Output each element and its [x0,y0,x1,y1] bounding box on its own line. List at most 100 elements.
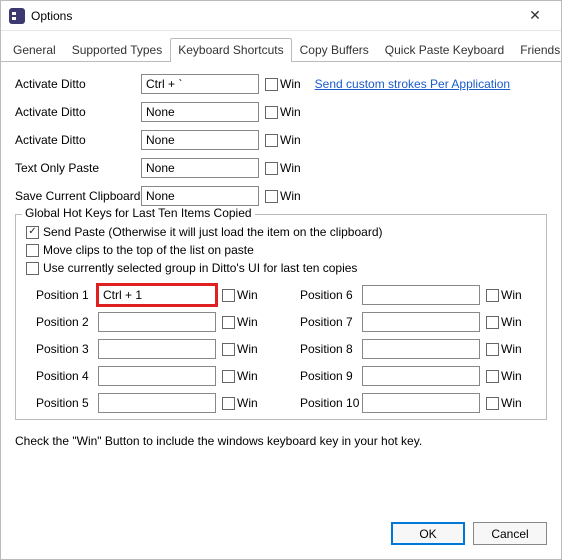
checkbox-win-save-clipboard[interactable] [265,190,278,203]
row-activate-2: Activate Ditto Win [15,102,547,122]
label-win-position-4: Win [237,369,258,383]
app-icon [9,8,25,24]
row-send-paste: ✓ Send Paste (Otherwise it will just loa… [26,225,536,239]
checkbox-win-position-6[interactable] [486,289,499,302]
label-text-only: Text Only Paste [15,161,141,175]
input-position-2[interactable] [98,312,216,332]
row-position-5: Position 5 Win [36,393,272,413]
link-custom-strokes[interactable]: Send custom strokes Per Application [315,77,510,91]
input-position-9[interactable] [362,366,480,386]
label-win-position-8: Win [501,342,522,356]
label-win-position-7: Win [501,315,522,329]
checkbox-win-activate-3[interactable] [265,134,278,147]
label-win-position-5: Win [237,396,258,410]
tab-content: Activate Ditto Win Send custom strokes P… [1,62,561,512]
checkbox-win-position-8[interactable] [486,343,499,356]
cancel-button[interactable]: Cancel [473,522,547,545]
checkbox-win-position-4[interactable] [222,370,235,383]
group-legend: Global Hot Keys for Last Ten Items Copie… [22,206,255,220]
input-activate-2[interactable] [141,102,259,122]
tab-strip: General Supported Types Keyboard Shortcu… [1,31,561,62]
label-position-5: Position 5 [36,396,98,410]
row-position-10: Position 10 Win [300,393,536,413]
input-position-3[interactable] [98,339,216,359]
label-position-3: Position 3 [36,342,98,356]
row-position-1: Position 1 Win [36,285,272,305]
label-win-save-clipboard: Win [280,189,301,203]
input-position-4[interactable] [98,366,216,386]
checkbox-move-top[interactable] [26,244,39,257]
group-last-ten: Global Hot Keys for Last Ten Items Copie… [15,214,547,420]
row-activate-1: Activate Ditto Win Send custom strokes P… [15,74,547,94]
input-activate-3[interactable] [141,130,259,150]
button-bar: OK Cancel [1,512,561,559]
label-win-activate-3: Win [280,133,301,147]
options-window: Options ✕ General Supported Types Keyboa… [0,0,562,560]
label-win-position-1: Win [237,288,258,302]
label-move-top: Move clips to the top of the list on pas… [43,243,254,257]
checkbox-send-paste[interactable]: ✓ [26,226,39,239]
checkbox-win-position-9[interactable] [486,370,499,383]
row-position-7: Position 7 Win [300,312,536,332]
input-position-10[interactable] [362,393,480,413]
label-position-1: Position 1 [36,288,98,302]
input-activate-1[interactable] [141,74,259,94]
row-position-3: Position 3 Win [36,339,272,359]
checkbox-win-position-5[interactable] [222,397,235,410]
input-position-5[interactable] [98,393,216,413]
input-position-7[interactable] [362,312,480,332]
tab-keyboard-shortcuts[interactable]: Keyboard Shortcuts [170,38,291,62]
row-save-clipboard: Save Current Clipboard Win [15,186,547,206]
label-win-position-9: Win [501,369,522,383]
label-win-activate-1: Win [280,77,301,91]
label-win-position-10: Win [501,396,522,410]
checkbox-win-text-only[interactable] [265,162,278,175]
checkbox-win-position-1[interactable] [222,289,235,302]
checkbox-win-position-7[interactable] [486,316,499,329]
checkbox-win-activate-1[interactable] [265,78,278,91]
label-position-2: Position 2 [36,315,98,329]
label-position-4: Position 4 [36,369,98,383]
input-position-1[interactable] [98,285,216,305]
checkbox-win-position-3[interactable] [222,343,235,356]
label-activate-2: Activate Ditto [15,105,141,119]
checkbox-win-position-10[interactable] [486,397,499,410]
label-position-6: Position 6 [300,288,362,302]
label-win-activate-2: Win [280,105,301,119]
label-use-group: Use currently selected group in Ditto's … [43,261,357,275]
tab-friends[interactable]: Friends [512,38,562,62]
label-win-position-2: Win [237,315,258,329]
label-save-clipboard: Save Current Clipboard [15,189,141,203]
checkbox-win-position-2[interactable] [222,316,235,329]
input-save-clipboard[interactable] [141,186,259,206]
window-title: Options [31,9,72,23]
row-position-4: Position 4 Win [36,366,272,386]
input-position-6[interactable] [362,285,480,305]
label-activate-1: Activate Ditto [15,77,141,91]
tab-copy-buffers[interactable]: Copy Buffers [292,38,377,62]
row-position-2: Position 2 Win [36,312,272,332]
close-button[interactable]: ✕ [515,2,555,30]
ok-button[interactable]: OK [391,522,465,545]
label-position-8: Position 8 [300,342,362,356]
hint-text: Check the "Win" Button to include the wi… [15,434,547,448]
tab-quick-paste-keyboard[interactable]: Quick Paste Keyboard [377,38,512,62]
row-text-only: Text Only Paste Win [15,158,547,178]
row-use-group: Use currently selected group in Ditto's … [26,261,536,275]
position-grid: Position 1 Win Position 6 Win Position 2… [26,285,536,413]
label-position-7: Position 7 [300,315,362,329]
label-win-position-3: Win [237,342,258,356]
tab-supported-types[interactable]: Supported Types [64,38,171,62]
label-activate-3: Activate Ditto [15,133,141,147]
checkbox-win-activate-2[interactable] [265,106,278,119]
row-activate-3: Activate Ditto Win [15,130,547,150]
input-text-only[interactable] [141,158,259,178]
tab-general[interactable]: General [5,38,64,62]
row-position-6: Position 6 Win [300,285,536,305]
close-icon: ✕ [529,7,541,24]
input-position-8[interactable] [362,339,480,359]
label-win-position-6: Win [501,288,522,302]
row-move-top: Move clips to the top of the list on pas… [26,243,536,257]
row-position-8: Position 8 Win [300,339,536,359]
checkbox-use-group[interactable] [26,262,39,275]
